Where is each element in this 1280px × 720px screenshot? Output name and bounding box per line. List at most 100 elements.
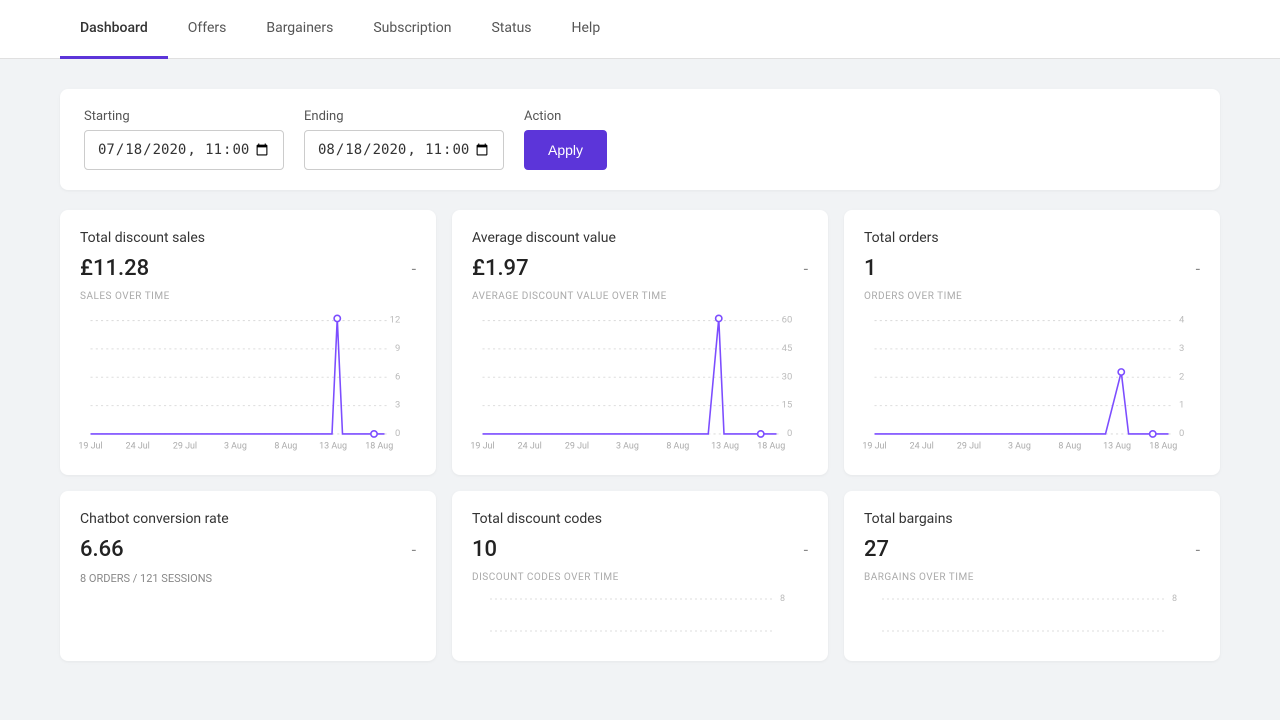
- svg-text:19 Jul: 19 Jul: [78, 442, 102, 452]
- card-total-orders: Total orders 1 - ORDERS OVER TIME 4 3 2 …: [844, 210, 1220, 475]
- card-title-orders: Total orders: [864, 230, 1200, 246]
- card-value-row-codes: 10 -: [472, 537, 808, 562]
- svg-text:3 Aug: 3 Aug: [616, 442, 639, 452]
- svg-text:8: 8: [780, 594, 785, 604]
- svg-text:0: 0: [1179, 428, 1184, 439]
- top-bar: Dashboard Offers Bargainers Subscription…: [0, 0, 1280, 59]
- tab-status[interactable]: Status: [471, 0, 551, 59]
- card-bargains: Total bargains 27 - BARGAINS OVER TIME 8: [844, 491, 1220, 661]
- card-value-orders: 1: [864, 256, 877, 281]
- card-discount-codes: Total discount codes 10 - DISCOUNT CODES…: [452, 491, 828, 661]
- tab-help[interactable]: Help: [552, 0, 621, 59]
- card-value-codes: 10: [472, 537, 497, 562]
- svg-text:18 Aug: 18 Aug: [757, 442, 785, 452]
- svg-text:4: 4: [1179, 315, 1185, 326]
- main-content: Starting Ending Action Apply Total disco…: [0, 59, 1280, 691]
- filter-card: Starting Ending Action Apply: [60, 89, 1220, 190]
- card-value-row-bargains: 27 -: [864, 537, 1200, 562]
- card-subtitle-sales: SALES OVER TIME: [80, 291, 416, 302]
- svg-text:24 Jul: 24 Jul: [126, 442, 150, 452]
- card-minus-avg: -: [804, 259, 808, 278]
- svg-text:6: 6: [395, 371, 400, 382]
- svg-text:3 Aug: 3 Aug: [1008, 442, 1031, 452]
- svg-text:18 Aug: 18 Aug: [365, 442, 393, 452]
- svg-text:29 Jul: 29 Jul: [957, 442, 981, 452]
- card-value-avg: £1.97: [472, 256, 529, 281]
- svg-text:3 Aug: 3 Aug: [224, 442, 247, 452]
- svg-text:45: 45: [782, 343, 793, 354]
- card-chatbot: Chatbot conversion rate 6.66 - 8 ORDERS …: [60, 491, 436, 661]
- chart-sales: 12 9 6 3 0 19 Jul: [80, 310, 416, 455]
- card-minus-bargains: -: [1196, 540, 1200, 559]
- chart-avg: 60 45 30 15 0 19 Jul 24 Jul 29 Jul: [472, 310, 808, 455]
- cards-grid: Total discount sales £11.28 - SALES OVER…: [60, 210, 1220, 661]
- ending-label: Ending: [304, 109, 504, 124]
- svg-text:15: 15: [782, 400, 793, 411]
- starting-group: Starting: [84, 109, 284, 170]
- svg-text:8 Aug: 8 Aug: [666, 442, 689, 452]
- card-value-row-chatbot: 6.66 -: [80, 537, 416, 562]
- starting-input[interactable]: [84, 130, 284, 170]
- svg-text:1: 1: [1179, 400, 1184, 411]
- svg-text:9: 9: [395, 343, 400, 354]
- card-minus-orders: -: [1196, 259, 1200, 278]
- card-total-discount-sales: Total discount sales £11.28 - SALES OVER…: [60, 210, 436, 475]
- starting-label: Starting: [84, 109, 284, 124]
- card-value-bargains: 27: [864, 537, 889, 562]
- card-title-chatbot: Chatbot conversion rate: [80, 511, 416, 527]
- nav-tabs: Dashboard Offers Bargainers Subscription…: [60, 0, 1220, 58]
- card-title-bargains: Total bargains: [864, 511, 1200, 527]
- svg-text:8: 8: [1172, 594, 1177, 604]
- card-subtitle-bargains: BARGAINS OVER TIME: [864, 572, 1200, 583]
- card-minus-chatbot: -: [412, 540, 416, 559]
- svg-text:2: 2: [1179, 371, 1184, 382]
- card-value-row-orders: 1 -: [864, 256, 1200, 281]
- svg-text:13 Aug: 13 Aug: [1103, 442, 1131, 452]
- svg-text:3: 3: [1179, 343, 1184, 354]
- svg-text:3: 3: [395, 400, 400, 411]
- card-subtitle-avg: AVERAGE DISCOUNT VALUE OVER TIME: [472, 291, 808, 302]
- tab-offers[interactable]: Offers: [168, 0, 247, 59]
- tab-subscription[interactable]: Subscription: [353, 0, 471, 59]
- card-avg-discount: Average discount value £1.97 - AVERAGE D…: [452, 210, 828, 475]
- card-value-chatbot: 6.66: [80, 537, 124, 562]
- card-subtitle-codes: DISCOUNT CODES OVER TIME: [472, 572, 808, 583]
- tab-bargainers[interactable]: Bargainers: [246, 0, 353, 59]
- svg-text:8 Aug: 8 Aug: [1058, 442, 1081, 452]
- svg-text:13 Aug: 13 Aug: [711, 442, 739, 452]
- svg-text:13 Aug: 13 Aug: [319, 442, 347, 452]
- svg-text:30: 30: [782, 371, 793, 382]
- action-label: Action: [524, 109, 607, 124]
- chart-svg-orders: 4 3 2 1 0 19 Jul 24 Jul 29 Jul: [864, 310, 1200, 455]
- apply-button[interactable]: Apply: [524, 130, 607, 170]
- svg-text:29 Jul: 29 Jul: [565, 442, 589, 452]
- svg-text:0: 0: [787, 428, 792, 439]
- chart-bargains-partial: 8: [864, 591, 1200, 641]
- svg-text:24 Jul: 24 Jul: [910, 442, 934, 452]
- action-group: Action Apply: [524, 109, 607, 170]
- card-note-chatbot: 8 ORDERS / 121 SESSIONS: [80, 572, 416, 585]
- chart-svg-sales: 12 9 6 3 0 19 Jul: [80, 310, 416, 455]
- card-title-sales: Total discount sales: [80, 230, 416, 246]
- tab-dashboard[interactable]: Dashboard: [60, 0, 168, 59]
- card-subtitle-orders: ORDERS OVER TIME: [864, 291, 1200, 302]
- card-value-sales: £11.28: [80, 256, 149, 281]
- ending-input[interactable]: [304, 130, 504, 170]
- svg-text:19 Jul: 19 Jul: [470, 442, 494, 452]
- chart-codes-partial: 8: [472, 591, 808, 641]
- card-value-row-avg: £1.97 -: [472, 256, 808, 281]
- card-minus-sales: -: [412, 259, 416, 278]
- svg-text:24 Jul: 24 Jul: [518, 442, 542, 452]
- svg-text:60: 60: [782, 315, 793, 326]
- svg-text:0: 0: [395, 428, 400, 439]
- svg-text:12: 12: [390, 315, 401, 326]
- card-value-row-sales: £11.28 -: [80, 256, 416, 281]
- chart-orders: 4 3 2 1 0 19 Jul 24 Jul 29 Jul: [864, 310, 1200, 455]
- card-minus-codes: -: [804, 540, 808, 559]
- ending-group: Ending: [304, 109, 504, 170]
- svg-text:29 Jul: 29 Jul: [173, 442, 197, 452]
- card-title-codes: Total discount codes: [472, 511, 808, 527]
- chart-svg-avg: 60 45 30 15 0 19 Jul 24 Jul 29 Jul: [472, 310, 808, 455]
- svg-text:8 Aug: 8 Aug: [274, 442, 297, 452]
- svg-text:19 Jul: 19 Jul: [862, 442, 886, 452]
